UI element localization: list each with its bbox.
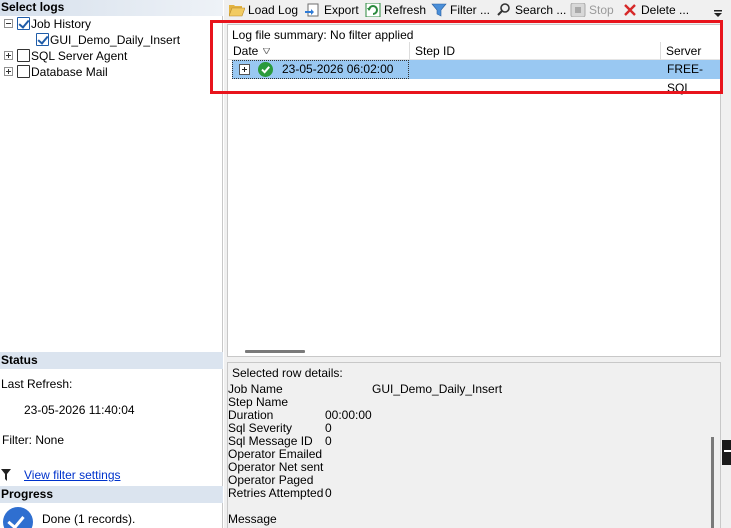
column-header-date[interactable]: Date	[228, 42, 410, 60]
left-pane: Select logs Job History GUI_Demo_Daily_I…	[0, 0, 223, 528]
tree-item-sql-server-agent[interactable]: SQL Server Agent	[0, 48, 220, 64]
filter-label: Filter ...	[450, 3, 491, 17]
column-label: Date	[233, 44, 259, 58]
tree-item-gui-demo-daily-insert[interactable]: GUI_Demo_Daily_Insert	[0, 32, 220, 48]
log-summary: Log file summary: No filter applied	[232, 28, 414, 42]
sql-server-agent-checkbox[interactable]	[17, 49, 30, 62]
detail-label: Retries Attempted	[228, 486, 324, 500]
last-refresh-label: Last Refresh:	[1, 377, 73, 391]
database-mail-checkbox[interactable]	[17, 65, 30, 78]
filter-icon	[1, 469, 11, 481]
delete-icon	[624, 4, 636, 16]
tree-item-database-mail[interactable]: Database Mail	[0, 64, 220, 80]
stop-label: Stop	[589, 3, 614, 17]
collapse-icon[interactable]	[4, 19, 13, 28]
details-header: Selected row details:	[232, 366, 343, 380]
folder-open-icon	[229, 5, 245, 17]
row-server: FREE-SQL	[667, 62, 703, 95]
refresh-label: Refresh	[384, 3, 427, 17]
horizontal-scrollbar[interactable]	[245, 350, 305, 353]
toolbar: Load Log Export Refresh Filter ... Searc…	[224, 0, 731, 21]
detail-label: Operator Emailed	[228, 447, 323, 461]
detail-label: Duration	[228, 408, 274, 422]
detail-value: 0	[325, 486, 332, 500]
tree-item-label: GUI_Demo_Daily_Insert	[50, 33, 181, 47]
select-logs-header: Select logs	[0, 0, 223, 16]
row-date: 23-05-2026 06:02:00	[282, 62, 394, 76]
load-log-label: Load Log	[248, 3, 299, 17]
done-icon	[3, 507, 33, 528]
expand-icon[interactable]	[4, 67, 13, 76]
log-grid: Log file summary: No filter applied Date…	[227, 24, 722, 357]
column-label: Server	[666, 44, 702, 58]
message-label: Message	[228, 512, 277, 526]
refresh-icon	[365, 3, 381, 17]
table-row[interactable]: 23-05-2026 06:02:00 FREE-SQL	[232, 60, 722, 95]
delete-label: Delete ...	[641, 3, 690, 17]
view-filter-settings-link[interactable]: View filter settings	[24, 468, 121, 482]
vertical-scrollbar[interactable]	[711, 437, 714, 528]
expand-row-icon[interactable]	[239, 64, 250, 75]
delete-button[interactable]: Delete ...	[622, 1, 690, 19]
detail-value: 0	[325, 434, 332, 448]
detail-value: GUI_Demo_Daily_Insert	[372, 382, 503, 396]
sort-descending-icon	[263, 48, 270, 54]
search-icon	[497, 3, 510, 16]
detail-label: Job Name	[228, 382, 283, 396]
row-details-panel: Selected row details: Job Name GUI_Demo_…	[227, 362, 721, 528]
detail-value: 0	[325, 421, 332, 435]
filter-button[interactable]: Filter ...	[431, 1, 491, 19]
job-history-checkbox[interactable]	[17, 17, 30, 30]
detail-label: Operator Paged	[228, 473, 314, 487]
detail-label: Step Name	[228, 395, 289, 409]
export-label: Export	[324, 3, 359, 17]
gui-demo-checkbox[interactable]	[36, 33, 49, 46]
stop-button[interactable]: Stop	[570, 1, 616, 19]
export-button[interactable]: Export	[305, 1, 359, 19]
expand-icon[interactable]	[4, 51, 13, 60]
load-log-button[interactable]: Load Log	[229, 1, 299, 19]
tree-item-label: Job History	[31, 17, 92, 31]
collapse-panel-icon[interactable]	[722, 440, 731, 465]
status-header: Status	[0, 352, 223, 369]
search-button[interactable]: Search ...	[496, 1, 566, 19]
search-label: Search ...	[515, 3, 567, 17]
column-header-step-id[interactable]: Step ID	[410, 42, 661, 60]
success-check-icon	[258, 62, 273, 77]
detail-label: Sql Severity	[228, 421, 293, 435]
filter-icon	[431, 3, 447, 17]
column-header-server[interactable]: Server	[661, 42, 722, 60]
stop-icon	[570, 3, 586, 17]
progress-text: Done (1 records).	[42, 512, 136, 526]
toolbar-overflow-icon[interactable]	[713, 8, 723, 18]
detail-value: 00:00:00	[325, 408, 372, 422]
filter-status: Filter: None	[2, 433, 65, 447]
tree-item-label: Database Mail	[31, 65, 108, 79]
export-icon	[305, 3, 319, 17]
column-label: Step ID	[415, 44, 456, 58]
progress-header: Progress	[0, 486, 223, 503]
detail-label: Operator Net sent	[228, 460, 324, 474]
last-refresh-value: 23-05-2026 11:40:04	[24, 403, 135, 417]
tree-item-job-history[interactable]: Job History	[0, 16, 220, 32]
detail-label: Sql Message ID	[228, 434, 313, 448]
refresh-button[interactable]: Refresh	[365, 1, 427, 19]
tree-item-label: SQL Server Agent	[31, 49, 128, 63]
right-pane: Load Log Export Refresh Filter ... Searc…	[224, 0, 731, 528]
